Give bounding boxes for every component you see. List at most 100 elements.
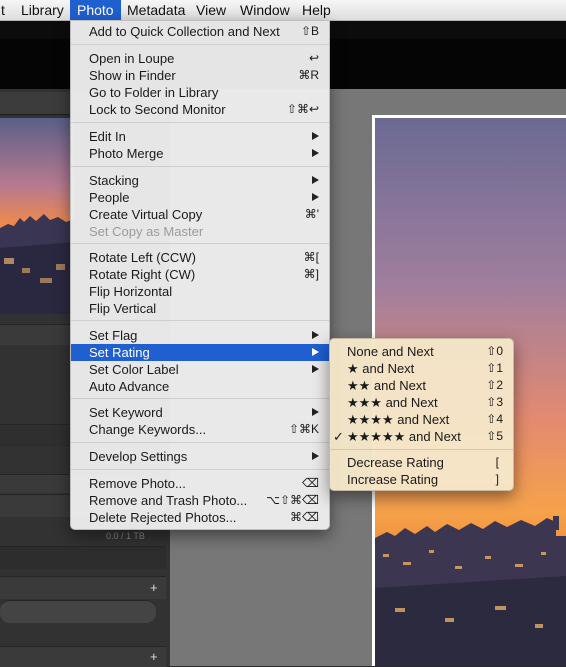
shortcut-label: ⇧2	[486, 378, 503, 392]
menu-separator	[71, 122, 329, 123]
paris-sunset-thumbnail-image	[0, 118, 74, 314]
add-plus-icon[interactable]: +	[150, 580, 158, 595]
shortcut-label: ⌘R	[298, 68, 319, 82]
menu-item-label: Go to Folder in Library	[89, 85, 219, 100]
submenu-arrow-icon	[312, 176, 319, 184]
menu-remove-photo[interactable]: Remove Photo... ⌫	[71, 475, 329, 492]
shortcut-label: ⌘'	[304, 207, 319, 221]
shortcut-label: ⇧4	[486, 412, 503, 426]
menu-item-label: ★★ and Next	[347, 378, 426, 393]
menu-item-label: Lock to Second Monitor	[89, 102, 226, 117]
menu-item-label: Develop Settings	[89, 449, 188, 464]
menu-item-label: Edit In	[89, 129, 126, 144]
menu-item-label: Rotate Left (CCW)	[89, 250, 196, 265]
collections-header[interactable]: +	[0, 576, 166, 599]
submenu-arrow-icon	[312, 452, 319, 460]
menu-photo-merge[interactable]: Photo Merge	[71, 145, 329, 162]
menu-flip-horizontal[interactable]: Flip Horizontal	[71, 283, 329, 300]
add-plus-icon[interactable]: +	[150, 649, 158, 664]
rating-none-and-next[interactable]: None and Next ⇧0	[330, 343, 513, 360]
search-filter-pill[interactable]	[0, 600, 156, 623]
menu-set-rating[interactable]: Set Rating	[71, 344, 329, 361]
menu-help[interactable]: Help	[295, 0, 338, 20]
menu-separator	[71, 469, 329, 470]
menu-item-label: People	[89, 190, 130, 205]
menu-photo[interactable]: Photo	[70, 0, 121, 20]
menu-library[interactable]: Library	[14, 0, 71, 20]
menu-item-label: Set Color Label	[89, 362, 179, 377]
menu-item-label: Show in Finder	[89, 68, 176, 83]
menu-separator	[71, 320, 329, 321]
menu-auto-advance[interactable]: Auto Advance	[71, 378, 329, 395]
menu-item-label: Flip Vertical	[89, 301, 157, 316]
volume-row[interactable]: 0.0 / 1 TB	[0, 531, 166, 569]
shortcut-label: ⇧0	[486, 344, 503, 358]
submenu-arrow-icon	[312, 193, 319, 201]
menu-window[interactable]: Window	[233, 0, 297, 20]
shortcut-label: ⇧3	[486, 395, 503, 409]
set-rating-submenu: None and Next ⇧0 ★ and Next ⇧1 ★★ and Ne…	[329, 338, 514, 491]
menu-separator	[71, 442, 329, 443]
menu-item-label: Create Virtual Copy	[89, 207, 203, 222]
menu-item-label: Rotate Right (CW)	[89, 267, 196, 282]
menu-item-label: Set Flag	[89, 328, 138, 343]
submenu-arrow-icon	[312, 149, 319, 157]
menu-view[interactable]: View	[189, 0, 233, 20]
shortcut-label: ⇧⌘K	[288, 422, 319, 436]
rating-decrease[interactable]: Decrease Rating [	[330, 454, 513, 471]
shortcut-label: ⇧5	[486, 429, 503, 443]
rating-three-stars[interactable]: ★★★ and Next ⇧3	[330, 394, 513, 411]
publish-services-header[interactable]: +	[0, 646, 166, 667]
menu-item-label: ★★★★ and Next	[347, 412, 450, 427]
photo-menu: Add to Quick Collection and Next ⇧B Open…	[70, 20, 330, 530]
shortcut-label: ⌫	[302, 476, 319, 490]
menu-set-flag[interactable]: Set Flag	[71, 327, 329, 344]
shortcut-label: ↩	[308, 51, 319, 65]
menu-rotate-left[interactable]: Rotate Left (CCW) ⌘[	[71, 249, 329, 266]
menu-item-label: Stacking	[89, 173, 139, 188]
menu-people[interactable]: People	[71, 189, 329, 206]
menu-separator	[71, 243, 329, 244]
navigator-thumbnail[interactable]	[0, 118, 74, 314]
menu-open-in-loupe[interactable]: Open in Loupe ↩	[71, 50, 329, 67]
menu-item-edit-partial[interactable]: t	[0, 0, 12, 20]
menu-item-label: Flip Horizontal	[89, 284, 173, 299]
rating-one-star[interactable]: ★ and Next ⇧1	[330, 360, 513, 377]
checkmark-icon: ✓	[333, 429, 344, 444]
menu-edit-in[interactable]: Edit In	[71, 128, 329, 145]
menu-delete-rejected[interactable]: Delete Rejected Photos... ⌘⌫	[71, 509, 329, 526]
menu-show-in-finder[interactable]: Show in Finder ⌘R	[71, 67, 329, 84]
shortcut-label: ⌥⇧⌘⌫	[266, 493, 319, 507]
menu-item-label: Set Keyword	[89, 405, 163, 420]
menu-stacking[interactable]: Stacking	[71, 172, 329, 189]
menu-item-label: Decrease Rating	[347, 455, 444, 470]
submenu-arrow-icon	[312, 408, 319, 416]
menu-lock-second-monitor[interactable]: Lock to Second Monitor ⇧⌘↩	[71, 101, 329, 118]
rating-two-stars[interactable]: ★★ and Next ⇧2	[330, 377, 513, 394]
menu-item-label: ★ and Next	[347, 361, 415, 376]
menu-set-color-label[interactable]: Set Color Label	[71, 361, 329, 378]
menu-develop-settings[interactable]: Develop Settings	[71, 448, 329, 465]
menu-add-to-quick-collection[interactable]: Add to Quick Collection and Next ⇧B	[71, 23, 329, 40]
rating-four-stars[interactable]: ★★★★ and Next ⇧4	[330, 411, 513, 428]
menu-item-label: Add to Quick Collection and Next	[89, 24, 280, 39]
menu-separator	[330, 449, 513, 450]
menu-metadata[interactable]: Metadata	[120, 0, 192, 20]
menu-item-label: Remove Photo...	[89, 476, 186, 491]
menu-flip-vertical[interactable]: Flip Vertical	[71, 300, 329, 317]
shortcut-label: ]	[495, 472, 499, 486]
shortcut-label: ⇧1	[486, 361, 503, 375]
shortcut-label: ⌘]	[303, 267, 319, 281]
submenu-arrow-icon	[312, 365, 319, 373]
shortcut-label: ⇧B	[300, 24, 319, 38]
menu-item-label: Delete Rejected Photos...	[89, 510, 237, 525]
menu-change-keywords[interactable]: Change Keywords... ⇧⌘K	[71, 421, 329, 438]
menu-set-keyword[interactable]: Set Keyword	[71, 404, 329, 421]
rating-increase[interactable]: Increase Rating ]	[330, 471, 513, 488]
menu-go-to-folder[interactable]: Go to Folder in Library	[71, 84, 329, 101]
rating-five-stars[interactable]: ✓ ★★★★★ and Next ⇧5	[330, 428, 513, 445]
menu-create-virtual-copy[interactable]: Create Virtual Copy ⌘'	[71, 206, 329, 223]
menu-separator	[71, 166, 329, 167]
menu-remove-and-trash[interactable]: Remove and Trash Photo... ⌥⇧⌘⌫	[71, 492, 329, 509]
menu-rotate-right[interactable]: Rotate Right (CW) ⌘]	[71, 266, 329, 283]
